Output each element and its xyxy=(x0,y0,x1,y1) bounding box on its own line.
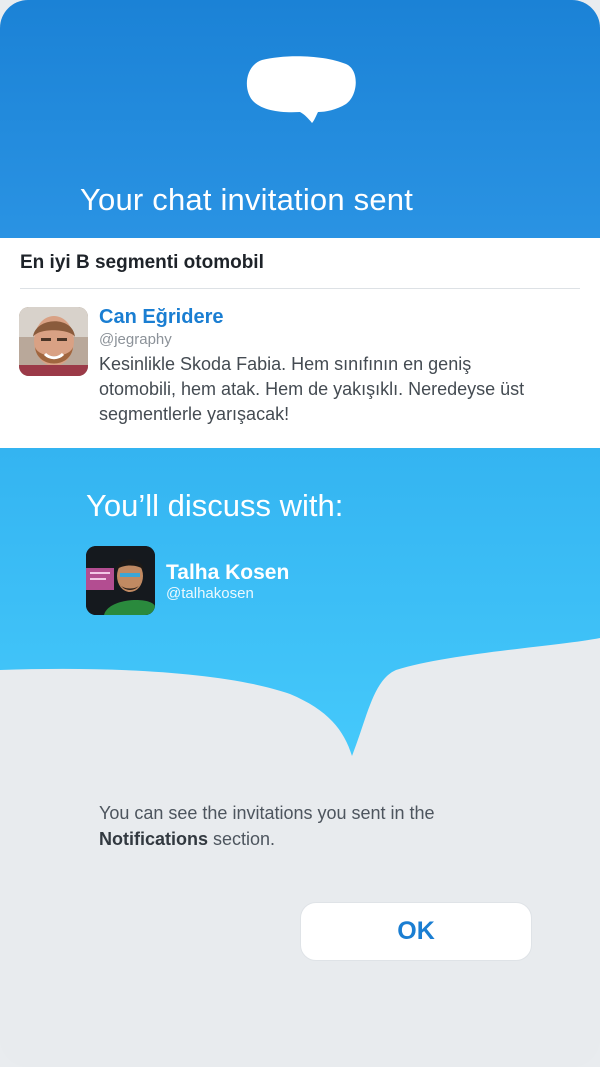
header-banner: Your chat invitation sent xyxy=(0,0,600,238)
post-author-handle: @jegraphy xyxy=(99,331,172,348)
discuss-user-name[interactable]: Talha Kosen xyxy=(166,561,289,585)
post-text: Kesinlikle Skoda Fabia. Hem sınıfının en… xyxy=(99,354,525,424)
speech-bubble-icon xyxy=(246,56,356,123)
info-text: You can see the invitations you sent in … xyxy=(99,800,519,852)
avatar-photo xyxy=(86,546,155,615)
post-author-name[interactable]: Can Eğridere xyxy=(99,306,223,329)
chat-invitation-screen: Your chat invitation sent En iyi B segme… xyxy=(0,0,600,1067)
avatar-photo xyxy=(19,307,88,376)
discuss-user-handle: @talhakosen xyxy=(166,585,254,602)
ok-button-label: OK xyxy=(397,917,435,945)
info-notifications-label: Notifications xyxy=(99,829,209,849)
avatar[interactable] xyxy=(19,307,88,376)
topic-title: En iyi B segmenti otomobil xyxy=(20,252,264,273)
header-title: Your chat invitation sent xyxy=(80,182,414,217)
ok-button[interactable]: OK xyxy=(300,902,532,961)
divider xyxy=(20,288,580,289)
avatar[interactable] xyxy=(86,546,155,615)
info-prefix: You can see the invitations you sent in … xyxy=(99,803,435,823)
info-suffix: section. xyxy=(208,829,276,849)
discuss-title: You’ll discuss with: xyxy=(86,488,344,523)
